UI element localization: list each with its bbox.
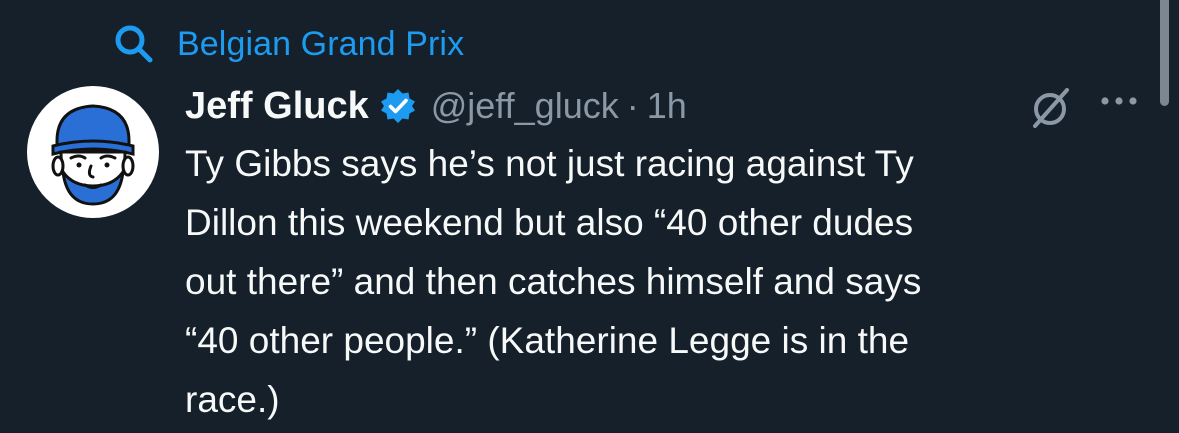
search-context-label: Belgian Grand Prix (177, 24, 465, 63)
tweet-header: Jeff Gluck @jeff_gluck · 1h (185, 80, 687, 132)
search-icon (113, 23, 155, 65)
avatar[interactable] (27, 86, 159, 218)
dot-separator: · (626, 85, 639, 126)
author-handle[interactable]: @jeff_gluck (431, 85, 619, 127)
scrollbar-thumb[interactable] (1160, 0, 1169, 106)
grok-icon[interactable] (1025, 86, 1075, 137)
search-context-link[interactable]: Belgian Grand Prix (113, 20, 464, 68)
verified-badge-icon[interactable] (379, 87, 417, 125)
tweet-timestamp[interactable]: 1h (647, 85, 687, 127)
tweet-text: Ty Gibbs says he’s not just racing again… (185, 143, 922, 420)
more-dots-icon[interactable] (1099, 94, 1139, 113)
display-name[interactable]: Jeff Gluck (185, 85, 369, 128)
